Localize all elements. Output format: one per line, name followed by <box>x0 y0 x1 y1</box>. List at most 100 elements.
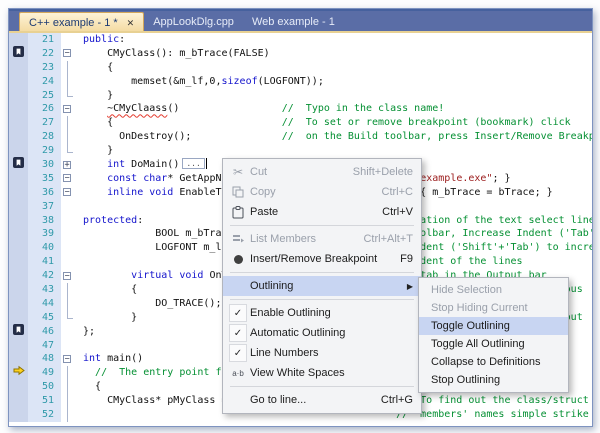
gutter-markers[interactable] <box>9 144 28 158</box>
fold-margin[interactable] <box>61 200 75 214</box>
menu-item-collapse-to-definitions[interactable]: Collapse to Definitions <box>419 353 568 371</box>
gutter-markers[interactable] <box>9 269 28 283</box>
fold-margin[interactable] <box>61 214 75 228</box>
gutter-markers[interactable] <box>9 255 28 269</box>
code-line-22[interactable]: 22− CMyClass(): m_bTrace(FALSE) <box>9 47 592 61</box>
gutter-markers[interactable] <box>9 158 28 172</box>
fold-margin[interactable] <box>61 283 75 297</box>
tab-web-example-1[interactable]: Web example - 1 <box>243 11 344 33</box>
fold-margin[interactable] <box>61 408 75 422</box>
code-text[interactable]: { <box>75 380 101 394</box>
code-text[interactable]: int DoMain()... <box>75 158 207 172</box>
gutter-markers[interactable] <box>9 297 28 311</box>
fold-toggle-icon[interactable]: + <box>63 161 71 169</box>
fold-toggle-icon[interactable]: − <box>63 188 71 196</box>
fold-margin[interactable] <box>61 380 75 394</box>
gutter-markers[interactable] <box>9 214 28 228</box>
code-text[interactable]: } <box>75 89 113 103</box>
fold-toggle-icon[interactable]: − <box>63 174 71 182</box>
menu-item-toggle-all-outlining[interactable]: Toggle All Outlining <box>419 335 568 353</box>
gutter-markers[interactable] <box>9 394 28 408</box>
gutter-markers[interactable] <box>9 352 28 366</box>
fold-margin[interactable] <box>61 255 75 269</box>
menu-item-list-members[interactable]: List MembersCtrl+Alt+T <box>223 229 421 249</box>
fold-margin[interactable]: + <box>61 158 75 172</box>
gutter-markers[interactable] <box>9 102 28 116</box>
menu-item-stop-hiding-current[interactable]: Stop Hiding Current <box>419 299 568 317</box>
tab-applookdlg-cpp[interactable]: AppLookDlg.cpp <box>144 11 243 33</box>
fold-margin[interactable]: − <box>61 352 75 366</box>
code-text[interactable]: public: <box>75 33 125 47</box>
gutter-markers[interactable] <box>9 241 28 255</box>
menu-item-copy[interactable]: CopyCtrl+C <box>223 182 421 202</box>
fold-margin[interactable] <box>61 241 75 255</box>
gutter-markers[interactable] <box>9 33 28 47</box>
code-line-25[interactable]: 25 } <box>9 89 592 103</box>
fold-margin[interactable] <box>61 144 75 158</box>
code-text[interactable]: ~CMyClaass() // Typo in the class name! <box>75 102 444 116</box>
gutter-markers[interactable] <box>9 339 28 353</box>
code-line-26[interactable]: 26− ~CMyClaass() // Typo in the class na… <box>9 102 592 116</box>
menu-item-toggle-outlining[interactable]: Toggle Outlining <box>419 317 568 335</box>
code-text[interactable]: int main() <box>75 352 143 366</box>
menu-item-paste[interactable]: PasteCtrl+V <box>223 202 421 222</box>
fold-margin[interactable] <box>61 297 75 311</box>
code-text[interactable]: { <box>75 61 113 75</box>
code-text[interactable]: CMyClass(): m_bTrace(FALSE) <box>75 47 270 61</box>
menu-item-enable-outlining[interactable]: ✓Enable Outlining <box>223 303 421 323</box>
tab-cpp-example-1[interactable]: C++ example - 1 *✕ <box>19 12 144 33</box>
menu-item-hide-selection[interactable]: Hide Selection <box>419 281 568 299</box>
fold-margin[interactable] <box>61 33 75 47</box>
gutter-markers[interactable] <box>9 283 28 297</box>
fold-margin[interactable] <box>61 325 75 339</box>
code-text[interactable]: } <box>75 144 113 158</box>
collapsed-code-box[interactable]: ... <box>182 158 204 169</box>
code-text[interactable]: OnDestroy(); // on the Build toolbar, pr… <box>75 130 592 144</box>
close-icon[interactable]: ✕ <box>127 18 135 29</box>
menu-item-automatic-outlining[interactable]: ✓Automatic Outlining <box>223 323 421 343</box>
fold-margin[interactable] <box>61 366 75 380</box>
code-text[interactable]: memset(&m_lf,0,sizeof(LOGFONT)); <box>75 75 324 89</box>
menu-item-stop-outlining[interactable]: Stop Outlining <box>419 371 568 389</box>
fold-toggle-icon[interactable]: − <box>63 272 71 280</box>
fold-margin[interactable] <box>61 75 75 89</box>
code-text[interactable]: }; <box>75 325 95 339</box>
menu-item-outlining[interactable]: Outlining▶ <box>223 276 421 296</box>
gutter-markers[interactable] <box>9 89 28 103</box>
gutter-markers[interactable] <box>9 227 28 241</box>
code-text[interactable] <box>75 200 83 214</box>
fold-margin[interactable] <box>61 227 75 241</box>
fold-margin[interactable] <box>61 339 75 353</box>
menu-item-line-numbers[interactable]: ✓Line Numbers <box>223 343 421 363</box>
gutter-markers[interactable] <box>9 200 28 214</box>
gutter-markers[interactable] <box>9 61 28 75</box>
gutter-markers[interactable] <box>9 47 28 61</box>
fold-margin[interactable]: − <box>61 186 75 200</box>
fold-margin[interactable]: − <box>61 269 75 283</box>
menu-item-cut[interactable]: ✂CutShift+Delete <box>223 162 421 182</box>
code-text[interactable]: { // To set or remove breakpoint (bookma… <box>75 116 571 130</box>
gutter-markers[interactable] <box>9 75 28 89</box>
gutter-markers[interactable] <box>9 366 28 380</box>
gutter-markers[interactable] <box>9 325 28 339</box>
gutter-markers[interactable] <box>9 186 28 200</box>
gutter-markers[interactable] <box>9 172 28 186</box>
fold-margin[interactable] <box>61 130 75 144</box>
fold-margin[interactable]: − <box>61 102 75 116</box>
code-line-24[interactable]: 24 memset(&m_lf,0,sizeof(LOGFONT)); <box>9 75 592 89</box>
fold-margin[interactable] <box>61 394 75 408</box>
gutter-markers[interactable] <box>9 130 28 144</box>
code-text[interactable] <box>75 339 83 353</box>
gutter-markers[interactable] <box>9 311 28 325</box>
fold-toggle-icon[interactable]: − <box>63 355 71 363</box>
menu-item-view-white-spaces[interactable]: a·bView White Spaces <box>223 363 421 383</box>
fold-toggle-icon[interactable]: − <box>63 49 71 57</box>
code-line-21[interactable]: 21public: <box>9 33 592 47</box>
fold-margin[interactable]: − <box>61 47 75 61</box>
gutter-markers[interactable] <box>9 408 28 422</box>
code-line-27[interactable]: 27 { // To set or remove breakpoint (boo… <box>9 116 592 130</box>
menu-item-insert-remove-breakpoint[interactable]: Insert/Remove BreakpointF9 <box>223 249 421 269</box>
fold-margin[interactable] <box>61 61 75 75</box>
menu-item-go-to-line[interactable]: Go to line...Ctrl+G <box>223 390 421 410</box>
fold-margin[interactable] <box>61 89 75 103</box>
